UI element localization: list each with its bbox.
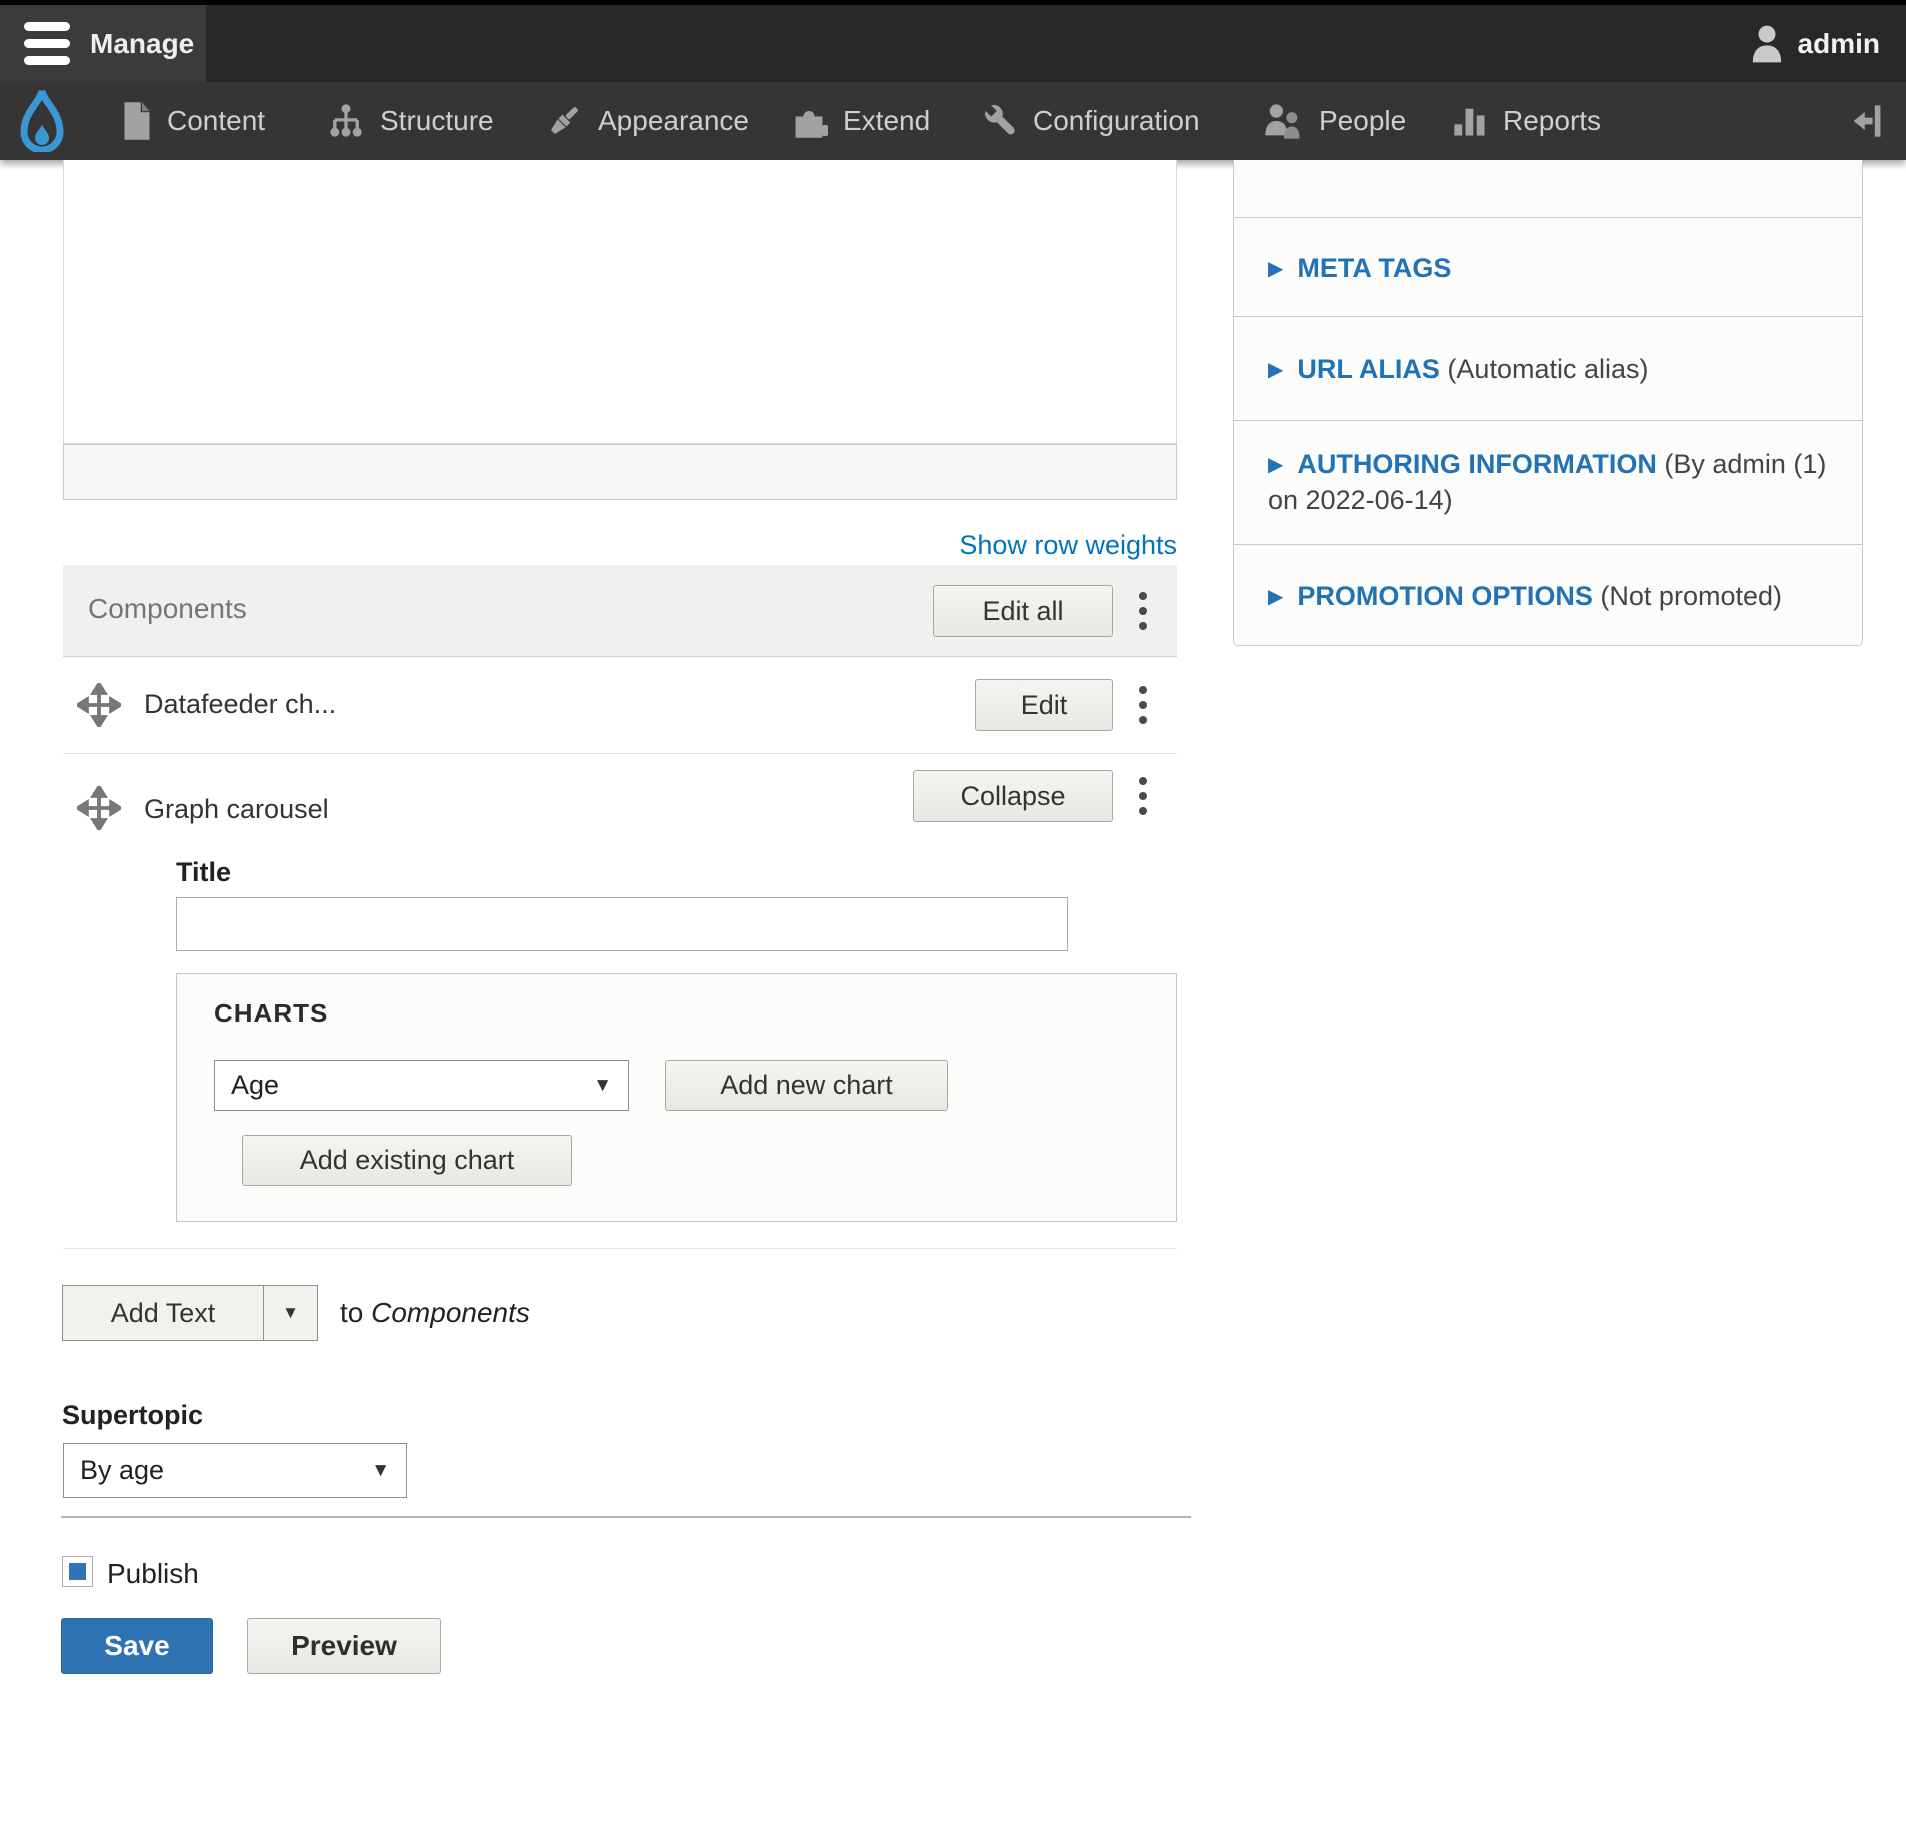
menu-item-appearance[interactable]: Appearance	[545, 82, 749, 160]
admin-topbar: Manage admin	[0, 5, 1906, 82]
components-header: Components Edit all	[63, 565, 1177, 657]
component-row-datafeeder: Datafeeder ch... Edit	[63, 657, 1177, 754]
details-arrow-icon: ▶	[1268, 258, 1283, 280]
components-table: Components Edit all Datafeeder ch... Edi…	[63, 565, 1177, 1249]
org-chart-icon	[327, 102, 365, 140]
user-name: admin	[1798, 28, 1880, 60]
components-title: Components	[88, 593, 247, 625]
charts-fieldset: CHARTS Age ▼ Add new chart Add existing …	[176, 973, 1177, 1222]
editor-body[interactable]	[63, 160, 1177, 444]
chevron-down-icon: ▼	[593, 1075, 628, 1097]
chevron-down-icon: ▼	[371, 1460, 406, 1482]
menu-item-extend[interactable]: Extend	[790, 82, 930, 160]
title-input[interactable]	[176, 897, 1068, 951]
component-row-graph-carousel: Graph carousel Collapse Title CHARTS Age…	[63, 754, 1177, 1249]
sidebar-panel-meta-tags[interactable]: ▶META TAGS	[1233, 217, 1863, 317]
editor-status-bar	[63, 444, 1177, 500]
chart-select[interactable]: Age ▼	[214, 1060, 629, 1111]
user-icon	[1750, 24, 1784, 64]
bar-chart-icon	[1452, 102, 1488, 140]
puzzle-icon	[790, 102, 828, 140]
row-overflow-menu-icon[interactable]	[1139, 777, 1147, 815]
sidebar-panel-authoring-information[interactable]: ▶AUTHORING INFORMATION (By admin (1) on …	[1233, 420, 1863, 545]
add-text-button[interactable]: Add Text	[62, 1285, 264, 1341]
supertopic-select[interactable]: By age ▼	[63, 1443, 407, 1498]
charts-legend: CHARTS	[214, 998, 328, 1029]
preview-button[interactable]: Preview	[247, 1618, 441, 1674]
header-overflow-menu-icon[interactable]	[1139, 592, 1147, 630]
menu-item-configuration[interactable]: Configuration	[980, 82, 1200, 160]
file-icon	[122, 102, 152, 140]
chevron-down-icon: ▼	[282, 1303, 299, 1323]
people-icon	[1262, 102, 1304, 140]
manage-tab-label: Manage	[90, 28, 194, 60]
menu-item-structure[interactable]: Structure	[327, 82, 494, 160]
row-overflow-menu-icon[interactable]	[1139, 686, 1147, 724]
show-row-weights-link[interactable]: Show row weights	[63, 530, 1177, 561]
menu-item-reports[interactable]: Reports	[1452, 82, 1601, 160]
edit-button[interactable]: Edit	[975, 679, 1113, 731]
add-text-suffix: to Components	[340, 1297, 530, 1329]
component-row-label: Graph carousel	[144, 794, 329, 825]
collapse-button[interactable]: Collapse	[913, 770, 1113, 822]
drag-handle-icon[interactable]	[77, 786, 121, 830]
drag-handle-icon[interactable]	[77, 683, 121, 727]
page: Manage admin	[0, 0, 1906, 1840]
paintbrush-icon	[545, 102, 583, 140]
add-text-dropdown-toggle[interactable]: ▼	[264, 1285, 318, 1341]
title-field-label: Title	[176, 857, 231, 888]
add-new-chart-button[interactable]: Add new chart	[665, 1060, 948, 1111]
user-menu[interactable]: admin	[1750, 5, 1880, 82]
divider	[61, 1516, 1191, 1518]
publish-checkbox[interactable]	[62, 1556, 93, 1587]
sidebar-panel-url-alias[interactable]: ▶URL ALIAS (Automatic alias)	[1233, 316, 1863, 421]
wrench-icon	[980, 102, 1018, 140]
component-row-label: Datafeeder ch...	[144, 689, 336, 720]
menu-item-people[interactable]: People	[1262, 82, 1406, 160]
admin-menu-tray: Content Structure	[0, 82, 1906, 160]
supertopic-label: Supertopic	[62, 1400, 203, 1431]
sidebar-panel-partial[interactable]	[1233, 160, 1863, 218]
drupal-logo-icon[interactable]	[18, 90, 66, 152]
details-arrow-icon: ▶	[1268, 586, 1283, 608]
save-button[interactable]: Save	[61, 1618, 213, 1674]
details-arrow-icon: ▶	[1268, 454, 1283, 476]
publish-label: Publish	[107, 1558, 199, 1590]
edit-all-button[interactable]: Edit all	[933, 585, 1113, 637]
add-existing-chart-button[interactable]: Add existing chart	[242, 1135, 572, 1186]
sidebar-panel-promotion-options[interactable]: ▶PROMOTION OPTIONS (Not promoted)	[1233, 544, 1863, 646]
hamburger-icon	[24, 22, 70, 65]
details-arrow-icon: ▶	[1268, 359, 1283, 381]
toolbar-orientation-toggle-icon[interactable]	[1850, 102, 1884, 140]
menu-item-content[interactable]: Content	[122, 82, 265, 160]
add-component-controls: Add Text ▼ to Components	[62, 1285, 530, 1341]
node-meta-sidebar: ▶META TAGS ▶URL ALIAS (Automatic alias) …	[1233, 160, 1863, 646]
manage-tab[interactable]: Manage	[0, 5, 206, 82]
